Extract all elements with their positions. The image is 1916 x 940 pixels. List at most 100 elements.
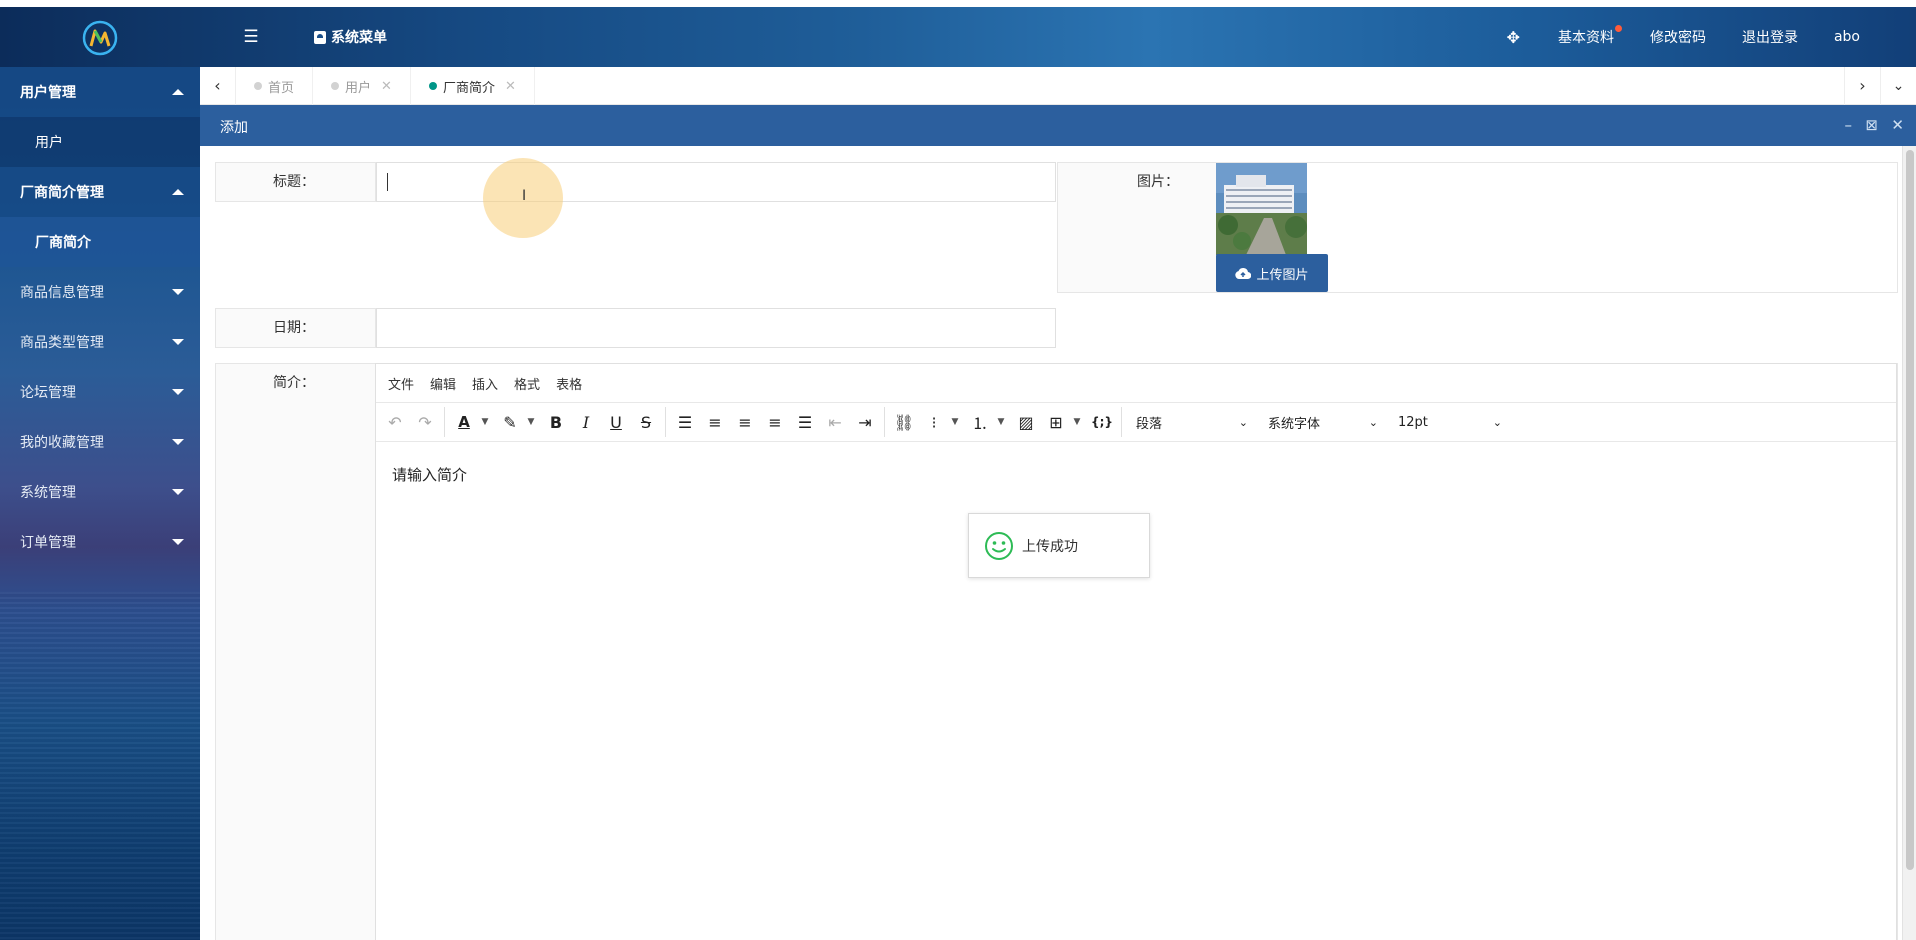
change-password-link[interactable]: 修改密码 <box>1650 27 1706 47</box>
dialog-header: 添加 – ⊠ ✕ <box>200 105 1916 146</box>
image-label: 图片： <box>1058 163 1218 292</box>
title-label: 标题： <box>216 163 376 201</box>
tab-list: 首页 用户 ✕ 厂商简介 ✕ <box>236 67 535 105</box>
chevron-down-icon[interactable]: ▼ <box>1071 407 1083 437</box>
menu-file[interactable]: 文件 <box>388 374 414 393</box>
text-color-icon[interactable]: A <box>449 407 479 437</box>
sidebar-group-system[interactable]: 系统管理 <box>0 467 200 517</box>
bullet-list-icon[interactable]: ⁝ <box>919 407 949 437</box>
profile-link[interactable]: 基本资料 <box>1558 25 1622 47</box>
tab-label: 厂商简介 <box>442 80 495 96</box>
maximize-icon[interactable]: ⊠ <box>1865 116 1878 134</box>
cloud-upload-icon <box>1235 267 1252 279</box>
sidebar-group-vendor-intro-management[interactable]: 厂商简介管理 <box>0 167 200 217</box>
uploaded-image-thumbnail[interactable] <box>1216 163 1307 255</box>
tab-vendor-intro[interactable]: 厂商简介 ✕ <box>411 67 535 105</box>
close-icon[interactable]: ✕ <box>1891 116 1904 134</box>
editor-content[interactable]: 请输入简介 <box>392 464 467 485</box>
menu-table[interactable]: 表格 <box>556 374 582 393</box>
caret-down-icon <box>172 439 184 445</box>
tab-dot <box>428 82 437 90</box>
sidebar-group-label: 用户管理 <box>20 85 76 101</box>
sidebar: 用户管理 用户 厂商简介管理 厂商简介 商品信息管理 商品类型管理 论坛管理 我… <box>0 67 200 940</box>
intro-label: 简介： <box>216 364 376 940</box>
sidebar-group-label: 系统管理 <box>20 485 76 501</box>
chevron-down-icon[interactable]: ▼ <box>949 407 961 437</box>
menu-format[interactable]: 格式 <box>514 374 540 393</box>
font-size-select[interactable]: 12pt ⌄ <box>1388 407 1512 437</box>
close-icon[interactable]: ✕ <box>381 79 392 94</box>
sidebar-group-product-type[interactable]: 商品类型管理 <box>0 317 200 367</box>
sidebar-group-product-info[interactable]: 商品信息管理 <box>0 267 200 317</box>
code-sample-icon[interactable]: {;} <box>1087 407 1117 437</box>
underline-icon[interactable]: U <box>601 407 631 437</box>
sidebar-group-label: 厂商简介管理 <box>20 185 104 201</box>
fullscreen-icon[interactable]: ✥ <box>1507 28 1520 47</box>
align-justify-icon[interactable]: ☰ <box>790 407 820 437</box>
highlight-color-icon[interactable]: ✎ <box>495 407 525 437</box>
scrollbar-thumb[interactable] <box>1906 150 1914 870</box>
bold-icon[interactable]: B <box>541 407 571 437</box>
add-form: 标题： I 图片： 上传图片 日期： 简介： 文件 编辑 插入 格式 表格 ↶ … <box>200 146 1916 940</box>
title-input[interactable] <box>376 162 1056 202</box>
numbered-list-icon[interactable]: ⒈ <box>965 407 995 437</box>
tab-user[interactable]: 用户 ✕ <box>313 67 411 105</box>
system-menu-button[interactable]: 系统菜单 <box>314 27 387 47</box>
sidebar-group-label: 商品类型管理 <box>20 335 104 351</box>
sidebar-group-user-management[interactable]: 用户管理 <box>0 67 200 117</box>
indent-icon[interactable]: ⇥ <box>850 407 880 437</box>
logout-link[interactable]: 退出登录 <box>1742 27 1798 47</box>
caret-down-icon <box>172 289 184 295</box>
caret-up-icon <box>172 89 184 95</box>
date-input[interactable] <box>376 308 1056 348</box>
chevron-down-icon[interactable]: ▼ <box>479 407 491 437</box>
chevron-down-icon[interactable]: ▼ <box>525 407 537 437</box>
caret-down-icon <box>172 539 184 545</box>
align-center-icon[interactable]: ≡ <box>730 407 760 437</box>
outdent-icon[interactable]: ⇤ <box>820 407 850 437</box>
username-label[interactable]: abo <box>1834 29 1860 45</box>
chevron-left-icon[interactable]: ‹ <box>200 67 236 105</box>
sidebar-group-label: 我的收藏管理 <box>20 435 104 451</box>
sidebar-item-vendor-intro[interactable]: 厂商简介 <box>0 217 200 267</box>
sidebar-item-user[interactable]: 用户 <box>0 117 200 167</box>
line-height-icon[interactable]: ☰ <box>670 407 700 437</box>
italic-icon[interactable]: I <box>571 407 601 437</box>
link-icon[interactable]: ⛓ <box>889 407 919 437</box>
vertical-scrollbar[interactable] <box>1902 146 1916 940</box>
chevron-right-icon[interactable]: › <box>1844 67 1880 105</box>
chevron-down-icon[interactable]: ▼ <box>995 407 1007 437</box>
chevron-down-icon[interactable]: ⌄ <box>1880 67 1916 105</box>
tab-label: 用户 <box>345 80 372 96</box>
align-right-icon[interactable]: ≡ <box>760 407 790 437</box>
tab-home[interactable]: 首页 <box>236 67 314 105</box>
upload-image-button[interactable]: 上传图片 <box>1216 254 1328 292</box>
menu-edit[interactable]: 编辑 <box>430 374 456 393</box>
caret-down-icon <box>172 489 184 495</box>
upload-image-label: 上传图片 <box>1256 267 1309 283</box>
align-left-icon[interactable]: ≡ <box>700 407 730 437</box>
sidebar-group-forum[interactable]: 论坛管理 <box>0 367 200 417</box>
close-icon[interactable]: ✕ <box>505 79 516 94</box>
font-family-select[interactable]: 系统字体 ⌄ <box>1258 407 1388 437</box>
editor-toolbar: ↶ ↷ A ▼ ✎ ▼ B I U S ☰ ≡ ≡ ≡ ☰ ⇤ ⇥ ⛓ ⁝ ▼ … <box>376 403 1896 442</box>
chevron-down-icon: ⌄ <box>1238 415 1248 429</box>
sidebar-group-orders[interactable]: 订单管理 <box>0 517 200 567</box>
sidebar-group-favorites[interactable]: 我的收藏管理 <box>0 417 200 467</box>
sidebar-group-label: 论坛管理 <box>20 385 76 401</box>
top-header: ☰ 系统菜单 ✥ 基本资料 修改密码 退出登录 abo <box>0 7 1916 67</box>
building-photo <box>1216 163 1307 255</box>
table-icon[interactable]: ⊞ <box>1041 407 1071 437</box>
list-indent-icon[interactable]: ☰ <box>240 26 262 48</box>
strikethrough-icon[interactable]: S <box>631 407 661 437</box>
menu-insert[interactable]: 插入 <box>472 374 498 393</box>
block-format-select[interactable]: 段落 ⌄ <box>1126 407 1258 437</box>
minimize-icon[interactable]: – <box>1845 116 1853 134</box>
font-size-value: 12pt <box>1398 414 1428 430</box>
image-icon[interactable]: ▨ <box>1011 407 1041 437</box>
redo-icon[interactable]: ↷ <box>410 407 440 437</box>
sidebar-item-label: 厂商简介 <box>35 235 91 251</box>
undo-icon[interactable]: ↶ <box>380 407 410 437</box>
dialog-title: 添加 <box>220 120 248 136</box>
date-row: 日期： <box>215 308 1056 348</box>
